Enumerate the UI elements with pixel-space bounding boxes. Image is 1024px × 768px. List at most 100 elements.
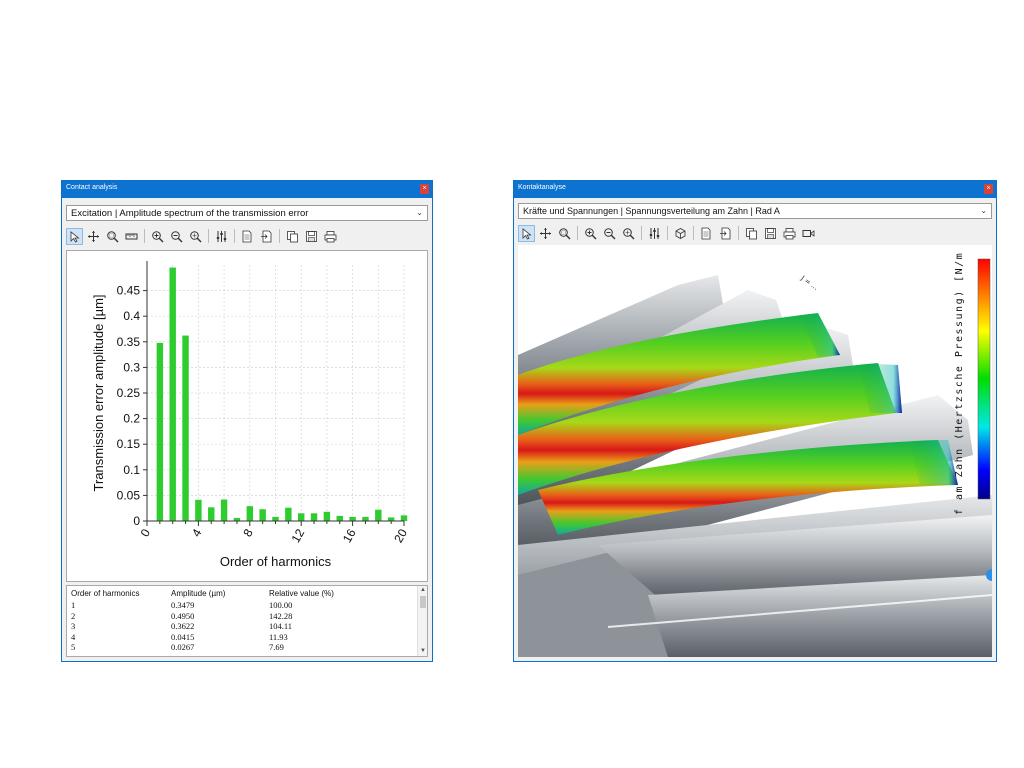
- print-icon: [324, 230, 337, 242]
- close-button[interactable]: ×: [984, 184, 993, 194]
- x-tick-label: 4: [189, 526, 205, 539]
- table-cell: 1: [71, 600, 76, 610]
- result-select[interactable]: Excitation | Amplitude spectrum of the t…: [66, 205, 428, 221]
- legend-label: f am Zahn (Hertzsche Pressung) [N/m: [954, 251, 965, 515]
- video-button[interactable]: [800, 225, 817, 242]
- result-select[interactable]: Kräfte und Spannungen | Spannungsverteil…: [518, 203, 992, 219]
- zoom-fit-icon: [623, 227, 635, 239]
- copy-button[interactable]: [743, 225, 760, 242]
- x-axis-label: Order of harmonics: [220, 554, 332, 569]
- export-button[interactable]: [698, 225, 715, 242]
- gear-3d-view[interactable]: f am Zahn (Hertzsche Pressung) [N/m J = …: [518, 245, 992, 657]
- bar-chart: 0 0.05 0.1 0.15 0.2 0.25 0.3 0.35 0.4 0.45 0 4 8 12 16…: [91, 261, 410, 569]
- toolbar-separator: [208, 229, 209, 243]
- zoom-in-button[interactable]: [149, 228, 166, 245]
- window-title: Kontaktanalyse: [518, 184, 566, 191]
- zoom-fit-icon: [190, 230, 202, 242]
- import-icon: [720, 227, 731, 239]
- export-button[interactable]: [239, 228, 256, 245]
- title-bar[interactable]: Contact analysis ×: [62, 181, 432, 198]
- bar-harmonic-12: [297, 513, 305, 521]
- table-cell: 0.3622: [171, 621, 195, 631]
- table-scrollbar[interactable]: ▲ ▼: [417, 586, 427, 656]
- zoom-out-button[interactable]: [168, 228, 185, 245]
- bar-harmonic-5: [208, 507, 215, 521]
- measure-button[interactable]: [123, 228, 140, 245]
- toolbar: [518, 223, 817, 243]
- print-button[interactable]: [322, 228, 339, 245]
- table-row[interactable]: 4 0.0415 11.93: [67, 632, 407, 642]
- x-tick-label: 20: [391, 526, 410, 545]
- print-button[interactable]: [781, 225, 798, 242]
- bar-harmonic-15: [336, 515, 343, 521]
- export-icon: [242, 230, 252, 242]
- settings-button[interactable]: [213, 228, 230, 245]
- toolbar-separator: [641, 226, 642, 240]
- pan-icon: [540, 227, 551, 239]
- bar-harmonic-4: [195, 499, 202, 521]
- title-bar[interactable]: Kontaktanalyse ×: [514, 181, 996, 198]
- x-tick-label: 8: [240, 526, 256, 539]
- pointer-icon: [70, 230, 80, 243]
- settings-button[interactable]: [646, 225, 663, 242]
- zoom-window-button[interactable]: [556, 225, 573, 242]
- table-cell: 4: [71, 631, 76, 642]
- bar-harmonic-9: [259, 509, 266, 521]
- bar-harmonic-14: [323, 511, 331, 521]
- y-tick-label: 0.25: [117, 386, 141, 400]
- import-button[interactable]: [717, 225, 734, 242]
- toolbar-separator: [693, 226, 694, 240]
- scroll-down-icon[interactable]: ▼: [418, 647, 427, 656]
- chart-area[interactable]: 0 0.05 0.1 0.15 0.2 0.25 0.3 0.35 0.4 0.45 0 4 8 12 16…: [66, 250, 428, 582]
- column-header: Order of harmonics: [71, 589, 140, 598]
- y-tick-label: 0.1: [123, 463, 140, 477]
- pan-button[interactable]: [85, 228, 102, 245]
- table-cell: 104.11: [269, 621, 293, 631]
- colormap-legend: [977, 258, 991, 500]
- table-row[interactable]: 5 0.0267 7.69: [67, 642, 407, 652]
- pointer-button[interactable]: [518, 224, 535, 242]
- pointer-button[interactable]: [66, 227, 83, 245]
- save-icon: [306, 230, 317, 242]
- table-row[interactable]: 2 0.4950 142.28: [67, 611, 407, 621]
- zoom-out-icon: [604, 227, 616, 239]
- table-cell: 0.0267: [171, 642, 195, 652]
- scroll-thumb[interactable]: [420, 596, 426, 608]
- measure-icon: [125, 233, 138, 239]
- zoom-fit-button[interactable]: [620, 225, 637, 242]
- y-tick-label: 0: [133, 514, 140, 528]
- pan-button[interactable]: [537, 225, 554, 242]
- y-tick-label: 0.3: [123, 360, 140, 374]
- toolbar-separator: [279, 229, 280, 243]
- close-button[interactable]: ×: [420, 184, 429, 194]
- table-row[interactable]: 1 0.3479 100.00: [67, 600, 407, 610]
- copy-button[interactable]: [284, 228, 301, 245]
- save-button[interactable]: [303, 228, 320, 245]
- zoom-out-button[interactable]: [601, 225, 618, 242]
- save-button[interactable]: [762, 225, 779, 242]
- zoom-window-icon: [559, 227, 571, 239]
- table-cell: 3: [71, 621, 76, 631]
- import-icon: [261, 230, 272, 242]
- scroll-up-icon[interactable]: ▲: [418, 586, 427, 595]
- table-cell: 142.28: [269, 610, 293, 621]
- y-tick-label: 0.2: [123, 412, 140, 426]
- bar-harmonic-19: [387, 517, 395, 521]
- chevron-down-icon: ⌄: [980, 206, 987, 215]
- bar-harmonic-6: [220, 499, 228, 521]
- print-icon: [783, 227, 796, 239]
- table-row[interactable]: 3 0.3622 104.11: [67, 621, 407, 631]
- export-icon: [701, 227, 711, 239]
- table-cell: 11.93: [269, 631, 288, 642]
- copy-icon: [287, 230, 298, 242]
- table-header: Order of harmonics Amplitude (µm) Relative…: [67, 589, 407, 599]
- table-cell: 0.4950: [171, 610, 195, 621]
- view-cube-button[interactable]: [672, 225, 689, 242]
- import-button[interactable]: [258, 228, 275, 245]
- zoom-fit-button[interactable]: [187, 228, 204, 245]
- harmonics-table[interactable]: 5 0.0267 7.69 4 0.0415 11.93 3 0.3622 104.11 2 0.4…: [66, 585, 428, 657]
- view-cube-icon: [675, 227, 686, 239]
- toolbar: [66, 226, 339, 246]
- zoom-window-button[interactable]: [104, 228, 121, 245]
- zoom-in-button[interactable]: [582, 225, 599, 242]
